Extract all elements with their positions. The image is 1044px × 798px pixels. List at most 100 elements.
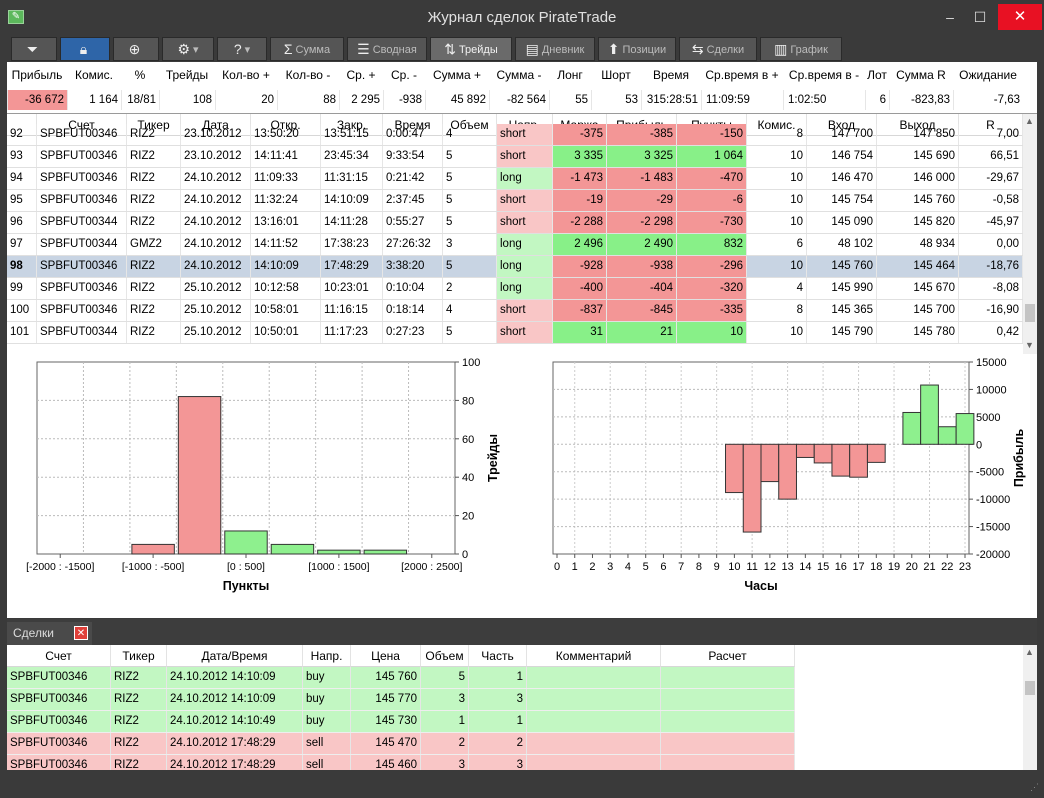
tab-summa[interactable]: Σ Сумма (270, 37, 344, 61)
cell-datetime: 24.10.2012 14:10:49 (167, 711, 303, 732)
scroll-down-icon[interactable]: ▼ (1025, 340, 1034, 350)
scrollbar-thumb[interactable] (1025, 304, 1035, 322)
gear-icon: ⚙ (177, 41, 191, 57)
tab-sdelki[interactable]: ⇆ Сделки (679, 37, 757, 61)
x-tick-label: 11 (746, 561, 757, 573)
cell-exit: 145 464 (877, 256, 959, 277)
column-header[interactable]: Напр. (303, 645, 351, 667)
tab-deals[interactable]: Сделки ✕ (7, 622, 92, 645)
cell-profit: -1 483 (607, 168, 677, 189)
tab-treidy[interactable]: ⇅ Трейды (430, 37, 512, 61)
scroll-up-icon[interactable]: ▲ (1025, 647, 1034, 657)
list-item[interactable]: SPBFUT00346 RIZ2 24.10.2012 14:10:09 buy 145… (7, 667, 795, 689)
tab-dnevnik[interactable]: ▤ Дневник (515, 37, 595, 61)
cell-direction: sell (303, 733, 351, 754)
cell-duration: 0:18:14 (383, 300, 443, 321)
column-header[interactable]: Счет (7, 645, 111, 667)
table-row[interactable]: 98 SPBFUT00346 RIZ2 24.10.2012 14:10:09 17:48… (7, 256, 1023, 278)
trades-table[interactable]: Счет Тикер Дата Откр. Закр. Время Объем … (7, 114, 1037, 354)
cell-part: 2 (469, 733, 527, 754)
cell-commission: 4 (747, 278, 807, 299)
close-tab-icon[interactable]: ✕ (74, 626, 88, 640)
tab-pozicii[interactable]: ⬆ Позиции (598, 37, 676, 61)
close-window-button[interactable]: ✕ (998, 4, 1042, 30)
cell-account: SPBFUT00344 (37, 212, 127, 233)
scrollbar-thumb[interactable] (1025, 681, 1035, 695)
deals-scrollbar[interactable]: ▲ (1023, 645, 1037, 770)
trades-scrollbar[interactable]: ▲ ▼ (1023, 114, 1037, 354)
deals-table[interactable]: Счет Тикер Дата/Время Напр. Цена Объем Ч… (7, 645, 1037, 770)
cell-margin: -837 (553, 300, 607, 321)
cell-date: 24.10.2012 (181, 168, 251, 189)
histogram-bar (177, 396, 222, 555)
table-row[interactable]: 101 SPBFUT00344 RIZ2 25.10.2012 10:50:01 11:1… (7, 322, 1023, 344)
tab-sdelki-label: Сделки (706, 44, 745, 56)
cell-entry: 48 102 (807, 234, 877, 255)
resize-grip-icon[interactable]: ⋰ (1030, 782, 1039, 793)
cell-volume: 2 (443, 278, 497, 299)
deals-tab-bar: Сделки ✕ (7, 619, 1037, 645)
column-header[interactable]: Дата/Время (167, 645, 303, 667)
cell-exit: 145 820 (877, 212, 959, 233)
list-item[interactable]: SPBFUT00346 RIZ2 24.10.2012 17:48:29 sell 14… (7, 755, 795, 770)
cell-direction: buy (303, 689, 351, 710)
cell-r-value: -29,67 (959, 168, 1023, 189)
table-row[interactable]: 96 SPBFUT00344 RIZ2 24.10.2012 13:16:01 14:11… (7, 212, 1023, 234)
list-item[interactable]: SPBFUT00346 RIZ2 24.10.2012 14:10:09 buy 145… (7, 689, 795, 711)
x-tick-label: 12 (764, 561, 776, 573)
cell-comment (527, 667, 661, 688)
table-row[interactable]: 95 SPBFUT00346 RIZ2 24.10.2012 11:32:24 14:10… (7, 190, 1023, 212)
settings-button[interactable]: ⚙ ▾ (162, 37, 214, 61)
cell-direction: short (497, 146, 553, 167)
cell-row-number: 99 (7, 278, 37, 299)
cell-direction: short (497, 190, 553, 211)
cell-open-time: 11:32:24 (251, 190, 321, 211)
list-item[interactable]: SPBFUT00346 RIZ2 24.10.2012 17:48:29 sell 14… (7, 733, 795, 755)
add-button[interactable]: ⊕ (113, 37, 159, 61)
filter-button[interactable]: ⏷ (11, 37, 57, 61)
cell-volume: 4 (443, 300, 497, 321)
summary-header: Ожидание (959, 68, 1017, 82)
table-row[interactable]: 100 SPBFUT00346 RIZ2 25.10.2012 10:58:01 11:1… (7, 300, 1023, 322)
column-header[interactable]: Объем (421, 645, 469, 667)
maximize-button[interactable]: ☐ (966, 4, 994, 30)
summary-header: Прибыль (11, 68, 63, 82)
column-header[interactable]: Тикер (111, 645, 167, 667)
cell-margin: 3 335 (553, 146, 607, 167)
help-button[interactable]: ? ▾ (217, 37, 267, 61)
x-tick-label: [1000 : 1500] (308, 561, 369, 573)
tab-summa-label: Сумма (295, 44, 331, 56)
column-header[interactable]: Часть (469, 645, 527, 667)
column-header[interactable]: Цена (351, 645, 421, 667)
lock-button[interactable]: 🔒︎ (60, 37, 110, 61)
table-row[interactable]: 94 SPBFUT00346 RIZ2 24.10.2012 11:09:33 11:31… (7, 168, 1023, 190)
column-header[interactable]: Расчет (661, 645, 795, 667)
points-histogram-chart: 0 20 40 60 80 100 [-2000 : -1500] [-1000 : -500… (26, 357, 500, 593)
cell-open-time: 10:12:58 (251, 278, 321, 299)
cell-r-value: -45,97 (959, 212, 1023, 233)
tab-svodnaya[interactable]: ☰ Сводная (347, 37, 427, 61)
title-bar[interactable]: ✎ Журнал сделок PirateTrade ‒ ☐ ✕ (0, 0, 1044, 36)
summary-header: % (134, 68, 146, 82)
cell-ticker: RIZ2 (127, 212, 181, 233)
scroll-up-icon[interactable]: ▲ (1025, 116, 1034, 126)
cell-account: SPBFUT00344 (37, 322, 127, 343)
summary-header: Сумма + (432, 68, 482, 82)
list-item[interactable]: SPBFUT00346 RIZ2 24.10.2012 14:10:49 buy 145… (7, 711, 795, 733)
summary-header: Сумма R (896, 68, 946, 82)
column-header[interactable]: Комментарий (527, 645, 661, 667)
hourly-profit-chart: 0 1 2 3 4 5 6 7 8 9 10 11 12 13 14 15 16 17 18 19 20 21 22 23-2… (552, 357, 1026, 593)
table-row[interactable]: 97 SPBFUT00344 GMZ2 24.10.2012 14:11:52 17:38… (7, 234, 1023, 256)
y-tick-label: -15000 (976, 522, 1010, 534)
cell-profit: -845 (607, 300, 677, 321)
tab-grafik[interactable]: ▥ График (760, 37, 842, 61)
minimize-button[interactable]: ‒ (936, 4, 964, 30)
table-row[interactable]: 99 SPBFUT00346 RIZ2 25.10.2012 10:12:58 10:23… (7, 278, 1023, 300)
cell-volume: 5 (443, 190, 497, 211)
table-row[interactable]: 93 SPBFUT00346 RIZ2 23.10.2012 14:11:41 23:45… (7, 146, 1023, 168)
cell-entry: 145 090 (807, 212, 877, 233)
x-tick-label: 3 (607, 561, 613, 573)
summary-strip: Прибыль Комис. % Трейды Кол-во + Кол-во … (7, 62, 1037, 114)
table-row[interactable]: 92 SPBFUT00346 RIZ2 23.10.2012 13:50:20 13:51… (7, 124, 1023, 146)
cell-date: 24.10.2012 (181, 212, 251, 233)
